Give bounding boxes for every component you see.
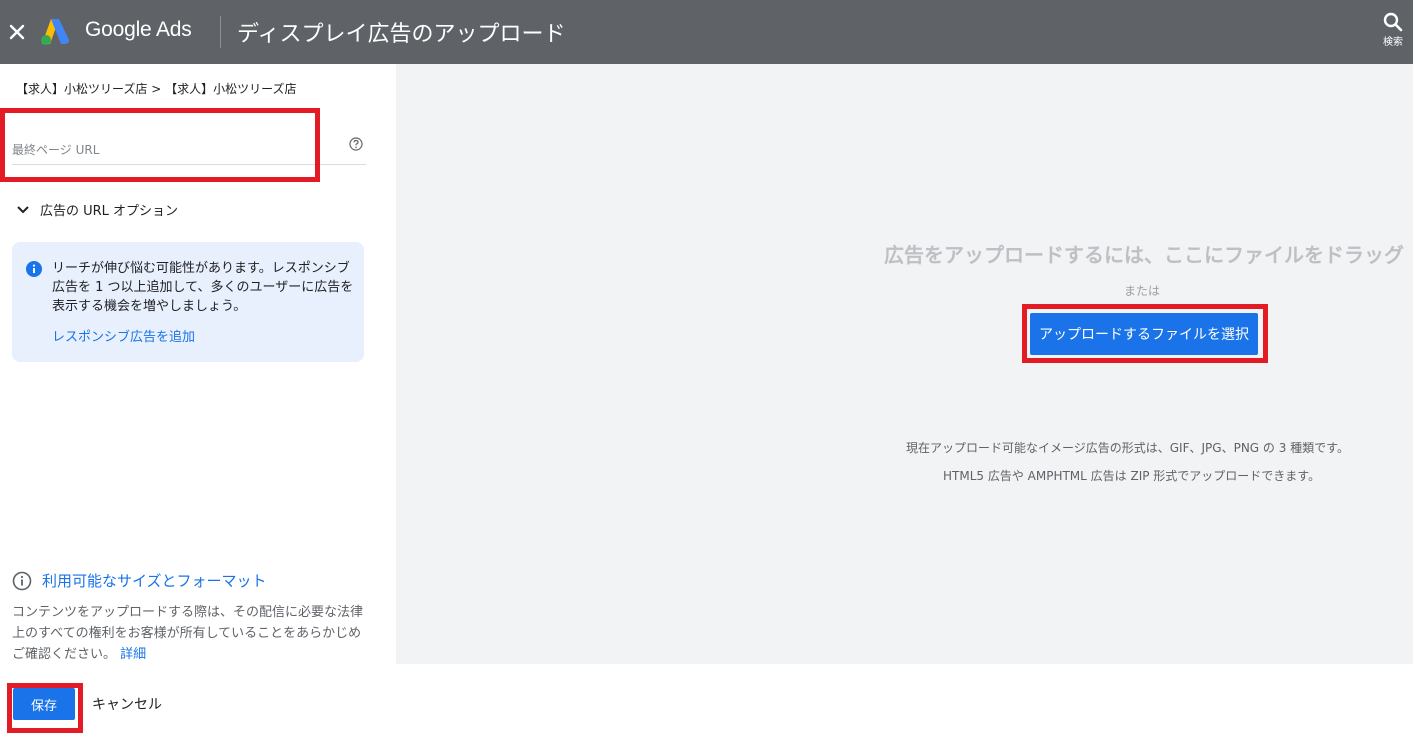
save-button[interactable]: 保存 xyxy=(13,688,75,720)
or-separator: または xyxy=(1124,284,1161,298)
page-title: ディスプレイ広告のアップロード xyxy=(237,22,566,47)
upload-drop-area[interactable]: 広告をアップロードするには、ここにファイルをドラッグ または アップロードするフ… xyxy=(396,64,1413,664)
info-icon xyxy=(26,261,42,277)
sizes-formats-row: 利用可能なサイズとフォーマット xyxy=(12,570,267,591)
url-options-toggle[interactable]: 広告の URL オプション xyxy=(16,200,178,219)
brand-name: Google Ads xyxy=(85,18,192,41)
add-responsive-ad-link[interactable]: レスポンシブ広告を追加 xyxy=(52,326,195,345)
info-outline-icon xyxy=(12,571,32,590)
action-footer: 保存 キャンセル xyxy=(0,664,1413,735)
html5-formats-text: HTML5 広告や AMPHTML 広告は ZIP 形式でアップロードできます。 xyxy=(943,469,1321,483)
google-ads-logo xyxy=(41,19,69,45)
cancel-button[interactable]: キャンセル xyxy=(92,694,162,714)
settings-panel: 【求人】小松ツリーズ店 > 【求人】小松ツリーズ店 最終ページ URL 広告の … xyxy=(0,64,396,664)
legal-notice: コンテンツをアップロードする際は、その配信に必要な法律上のすべての権利をお客様が… xyxy=(12,602,372,665)
close-icon xyxy=(9,24,25,40)
sizes-formats-link[interactable]: 利用可能なサイズとフォーマット xyxy=(42,570,267,591)
app-header: Google Ads ディスプレイ広告のアップロード 検索 xyxy=(0,0,1413,64)
highlight-box-url xyxy=(0,108,320,182)
breadcrumb: 【求人】小松ツリーズ店 > 【求人】小松ツリーズ店 xyxy=(16,82,297,96)
info-message: リーチが伸び悩む可能性があります。レスポンシブ広告を 1 つ以上追加して、多くの… xyxy=(52,261,354,314)
drop-instruction: 広告をアップロードするには、ここにファイルをドラッグ xyxy=(884,243,1404,267)
chevron-down-icon xyxy=(17,205,29,213)
supported-formats-text: 現在アップロード可能なイメージ広告の形式は、GIF、JPG、PNG の 3 種類… xyxy=(906,441,1349,455)
help-icon[interactable] xyxy=(349,137,363,151)
search-label: 検索 xyxy=(1383,37,1403,48)
search-button[interactable]: 検索 xyxy=(1376,12,1410,56)
url-options-label: 広告の URL オプション xyxy=(40,204,179,219)
search-icon xyxy=(1383,12,1403,32)
header-divider xyxy=(220,16,221,48)
legal-text: コンテンツをアップロードする際は、その配信に必要な法律上のすべての権利をお客様が… xyxy=(12,605,364,662)
info-card: リーチが伸び悩む可能性があります。レスポンシブ広告を 1 つ以上追加して、多くの… xyxy=(12,242,364,362)
learn-more-link[interactable]: 詳細 xyxy=(120,647,146,662)
close-button[interactable] xyxy=(4,18,30,46)
select-file-button[interactable]: アップロードするファイルを選択 xyxy=(1030,313,1258,355)
